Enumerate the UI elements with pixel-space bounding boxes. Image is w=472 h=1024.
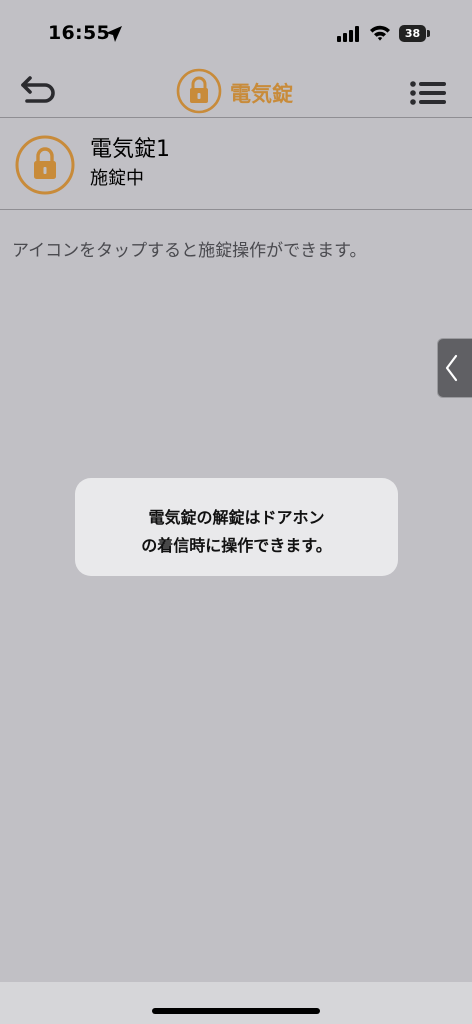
device-name: 電気錠1 — [90, 137, 170, 162]
nav-bar: 電気錠 — [0, 64, 472, 118]
wifi-icon — [370, 25, 390, 41]
hint-text: アイコンをタップすると施錠操作ができます。 — [12, 241, 367, 261]
header-divider — [0, 117, 472, 118]
page-title: 電気錠 — [230, 82, 293, 106]
toast-line-2: の着信時に操作できます。 — [141, 536, 332, 555]
location-arrow-icon — [106, 26, 122, 42]
bottom-bar — [0, 982, 472, 1024]
device-list-item: 電気錠1 施錠中 — [0, 119, 472, 209]
device-divider — [0, 209, 472, 210]
chevron-left-icon — [445, 354, 458, 382]
cellular-signal-icon — [337, 26, 359, 42]
home-indicator[interactable] — [152, 1008, 320, 1014]
padlock-icon — [176, 68, 222, 114]
side-drawer-tab[interactable] — [437, 338, 472, 398]
back-button[interactable] — [18, 74, 58, 108]
battery-level: 38 — [404, 27, 421, 40]
toast-message: 電気錠の解錠はドアホン の着信時に操作できます。 — [75, 478, 398, 576]
status-time: 16:55 — [48, 22, 110, 44]
status-bar: 16:55 38 — [0, 0, 472, 64]
battery-icon: 38 — [399, 25, 430, 42]
device-status: 施錠中 — [90, 168, 144, 189]
list-menu-button[interactable] — [406, 78, 448, 108]
device-lock-button[interactable] — [14, 134, 76, 196]
toast-line-1: 電気錠の解錠はドアホン — [148, 508, 325, 527]
